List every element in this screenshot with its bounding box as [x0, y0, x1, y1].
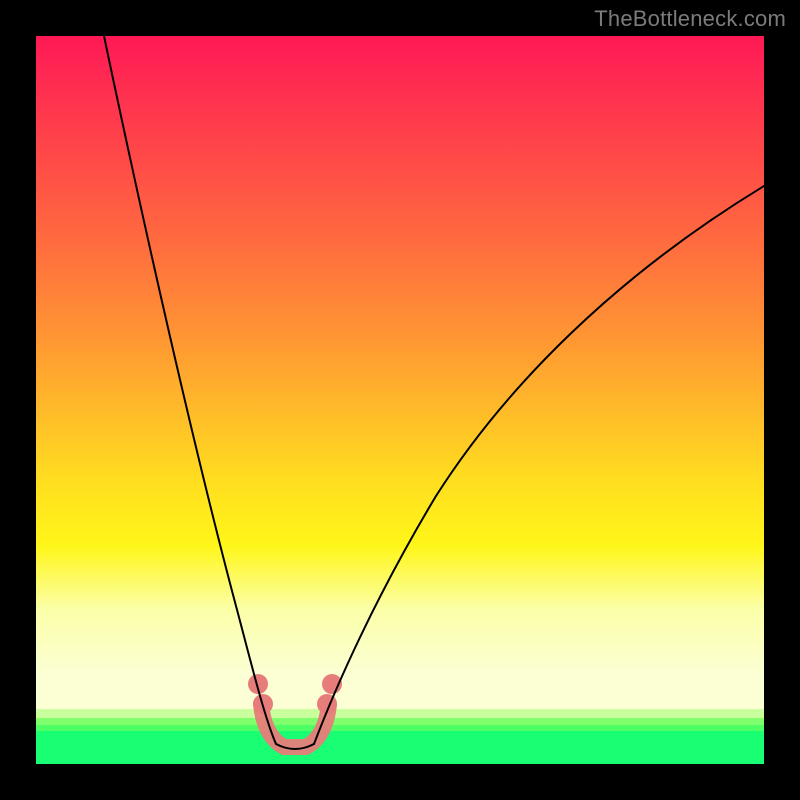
watermark-text: TheBottleneck.com — [594, 6, 786, 32]
right-branch-curve — [314, 186, 764, 744]
basin-highlight — [261, 704, 329, 747]
curve-layer — [36, 36, 764, 764]
left-branch-curve — [104, 36, 276, 744]
chart-frame: TheBottleneck.com — [0, 0, 800, 800]
plot-area — [36, 36, 764, 764]
